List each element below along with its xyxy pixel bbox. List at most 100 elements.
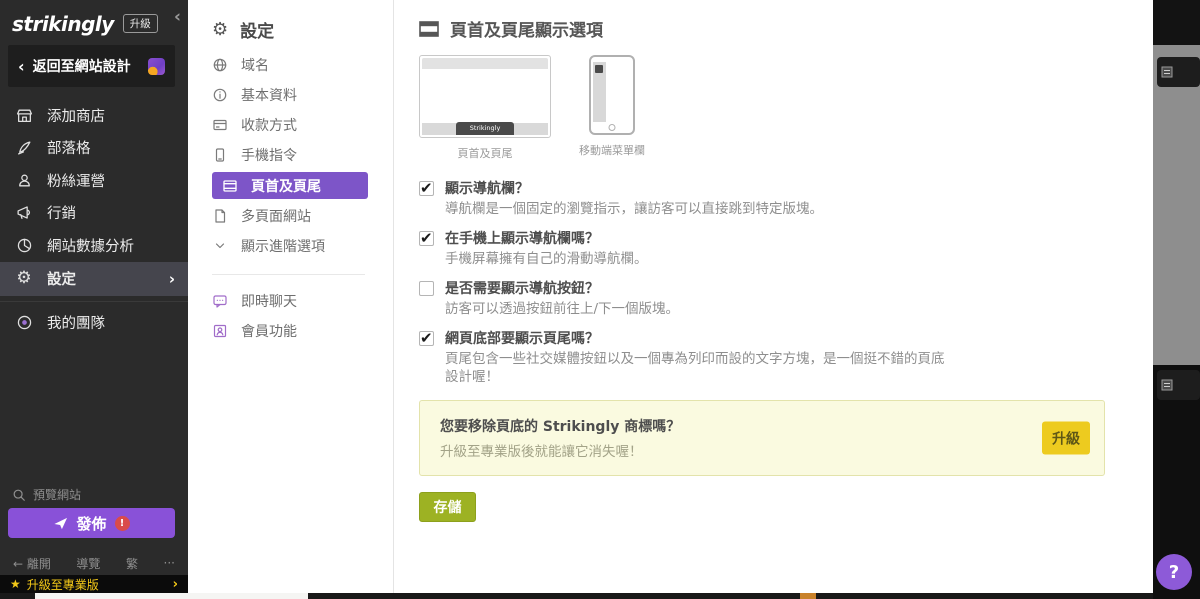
main-content: 頁首及頁尾顯示選項 Strikingly 頁首及頁尾 移動端菜單欄 [394, 0, 1153, 593]
option-description: 訪客可以透過按鈕前往上/下一個版塊。 [445, 300, 679, 318]
chevron-down-icon [212, 238, 228, 254]
phone-icon [212, 147, 228, 163]
analytics-pie-icon [14, 237, 34, 254]
desktop-preview: Strikingly 頁首及頁尾 [419, 55, 551, 161]
option-show-nav-buttons: 是否需要顯示導航按鈕？ 訪客可以透過按鈕前往上/下一個版塊。 [419, 281, 1153, 318]
option-title: 是否需要顯示導航按鈕？ [445, 281, 679, 297]
sidebar-footer: ← 離開 導覽 繁 ··· [0, 554, 188, 572]
desktop-preview-image: Strikingly [419, 55, 551, 138]
mobile-preview-caption: 移動端菜單欄 [579, 142, 645, 158]
page-icon [212, 208, 228, 224]
sidebar-item-label: 添加商店 [47, 105, 105, 126]
phone-home-button [609, 124, 616, 131]
settings-item-membership[interactable]: 會員功能 [212, 316, 393, 346]
desktop-header-bar [422, 58, 548, 69]
preview-site-label: 預覽網站 [33, 486, 81, 503]
bottom-strip-orange-segment [800, 593, 816, 599]
page-title-row: 頁首及頁尾顯示選項 [419, 16, 1153, 41]
sidebar-divider [0, 301, 188, 302]
show-footer-checkbox[interactable] [419, 331, 434, 346]
desktop-preview-caption: 頁首及頁尾 [419, 145, 551, 161]
card-icon [212, 117, 228, 133]
editor-top-bar-fragment [1153, 0, 1200, 45]
strikingly-logo: strikingly [12, 12, 114, 36]
sidebar-item-my-team[interactable]: 我的團隊 [0, 307, 188, 340]
settings-item-label: 域名 [241, 55, 269, 75]
chevron-right-icon: › [173, 577, 178, 592]
upgrade-to-pro-bar[interactable]: ★ 升級至專業版 › [0, 575, 188, 593]
settings-item-show-advanced[interactable]: 顯示進階選項 [212, 231, 393, 261]
settings-item-mobile-actions[interactable]: 手機指令 [212, 140, 393, 170]
editor-page-fragment [1153, 45, 1200, 365]
preview-site-button[interactable]: 預覽網站 [12, 486, 81, 503]
logo-row: strikingly 升級 ‹ [0, 0, 188, 38]
header-footer-options-icon [419, 21, 439, 37]
option-title: 在手機上顯示導航欄嗎？ [445, 231, 648, 247]
settings-item-label: 顯示進階選項 [241, 236, 325, 256]
store-icon [14, 107, 34, 124]
search-icon [12, 488, 26, 502]
settings-item-label: 會員功能 [241, 321, 297, 341]
settings-menu-title: 設定 [240, 17, 274, 42]
settings-menu-panel: ⚙ 設定 域名 基本資料 收款方式 手機指令 頁首及頁尾 多頁面網站 [188, 0, 394, 593]
star-icon: ★ [10, 577, 21, 591]
language-link[interactable]: 繁 [126, 555, 138, 572]
mobile-preview-image [589, 55, 635, 135]
sidebar-item-settings[interactable]: ⚙ 設定 › [0, 262, 188, 296]
sidebar-item-label: 粉絲運營 [47, 170, 105, 191]
megaphone-icon [14, 204, 34, 221]
settings-item-label: 多頁面網站 [241, 206, 311, 226]
upgrade-bar-label: 升級至專業版 [27, 576, 99, 593]
strikingly-brand-tab: Strikingly [456, 122, 514, 135]
tour-link[interactable]: 導覽 [76, 555, 100, 572]
page-title: 頁首及頁尾顯示選項 [450, 16, 603, 41]
section-grid-icon [1161, 379, 1173, 391]
publish-label: 發佈 [76, 513, 106, 534]
leave-link[interactable]: ← 離開 [13, 555, 51, 572]
save-button[interactable]: 存儲 [419, 492, 476, 522]
sidebar-item-label: 行銷 [47, 202, 76, 223]
sidebar-item-add-store[interactable]: 添加商店 [0, 99, 188, 132]
option-show-navbar-mobile: 在手機上顯示導航欄嗎？ 手機屏幕擁有自己的滑動導航欄。 [419, 231, 1153, 268]
section-menu-button-partial[interactable] [1157, 370, 1200, 400]
help-button[interactable]: ? [1156, 554, 1192, 590]
header-footer-icon [222, 178, 238, 194]
back-to-site-design-button[interactable]: ‹ 返回至網站設計 [8, 45, 175, 87]
publish-button[interactable]: 發佈 ! [8, 508, 175, 538]
strikingly-settings-screen: strikingly 升級 ‹ ‹ 返回至網站設計 添加商店 部落格 [0, 0, 1200, 599]
sidebar-item-marketing[interactable]: 行銷 [0, 197, 188, 230]
option-title: 網頁底部要顯示頁尾嗎？ [445, 331, 945, 347]
back-label: 返回至網站設計 [33, 56, 131, 76]
option-show-navbar: 顯示導航欄？ 導航欄是一個固定的瀏覽指示，讓訪客可以直接跳到特定版塊。 [419, 181, 1153, 218]
show-navbar-mobile-checkbox[interactable] [419, 231, 434, 246]
settings-item-basic-info[interactable]: 基本資料 [212, 80, 393, 110]
settings-item-domain[interactable]: 域名 [212, 50, 393, 80]
section-menu-button-partial[interactable] [1157, 57, 1200, 87]
upgrade-button[interactable]: 升級 [1042, 422, 1090, 455]
gear-icon: ⚙ [14, 270, 34, 287]
more-options-icon[interactable]: ··· [164, 556, 175, 570]
collapse-sidebar-icon[interactable]: ‹ [174, 7, 181, 27]
info-icon [212, 87, 228, 103]
fans-person-icon [14, 172, 34, 189]
section-grid-icon [1161, 66, 1173, 78]
settings-item-multipage[interactable]: 多頁面網站 [212, 201, 393, 231]
show-nav-buttons-checkbox[interactable] [419, 281, 434, 296]
sidebar-item-fans[interactable]: 粉絲運營 [0, 164, 188, 197]
option-description: 手機屏幕擁有自己的滑動導航欄。 [445, 250, 648, 268]
show-navbar-checkbox[interactable] [419, 181, 434, 196]
settings-item-header-footer-active[interactable]: 頁首及頁尾 [212, 172, 368, 199]
sidebar-item-label: 部落格 [47, 137, 91, 158]
colorful-site-icon [148, 58, 165, 75]
settings-item-live-chat[interactable]: 即時聊天 [212, 286, 393, 316]
upgrade-badge[interactable]: 升級 [123, 14, 158, 33]
sidebar-item-blog[interactable]: 部落格 [0, 132, 188, 165]
globe-icon [212, 57, 228, 73]
bottom-strip-light-segment [35, 593, 308, 599]
settings-item-payment[interactable]: 收款方式 [212, 110, 393, 140]
display-options-list: 顯示導航欄？ 導航欄是一個固定的瀏覽指示，讓訪客可以直接跳到特定版塊。 在手機上… [419, 181, 1153, 386]
option-show-footer: 網頁底部要顯示頁尾嗎？ 頁尾包含一些社交媒體按鈕以及一個專為列印而設的文字方塊，… [419, 331, 1153, 386]
sidebar-item-analytics[interactable]: 網站數據分析 [0, 229, 188, 262]
option-title: 顯示導航欄？ [445, 181, 823, 197]
remove-branding-banner: 您要移除頁底的 Strikingly 商標嗎？ 升級至專業版後就能讓它消失喔！ … [419, 400, 1105, 476]
